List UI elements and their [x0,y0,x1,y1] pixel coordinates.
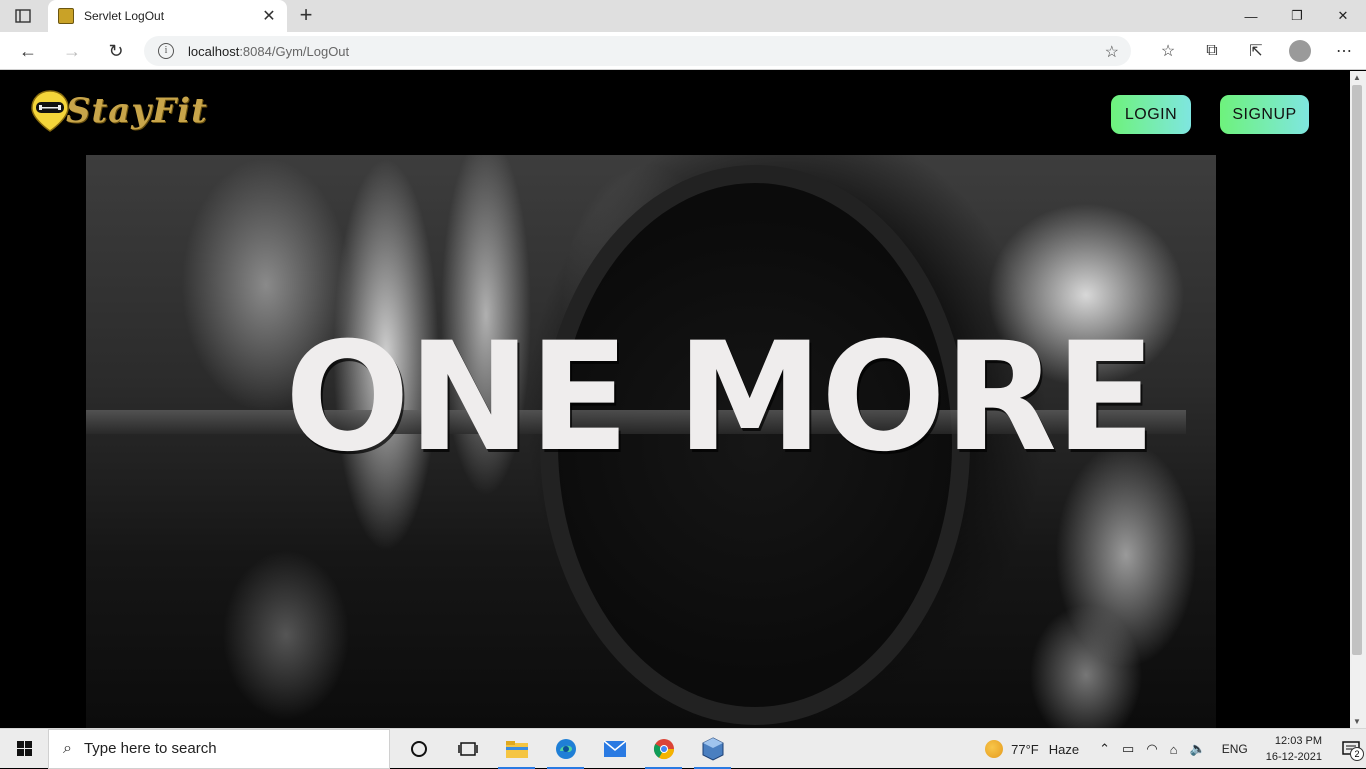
browser-tools: ☆ ⧉ ⇱ ⋯ [1156,39,1356,63]
scroll-thumb[interactable] [1352,85,1362,655]
windows-taskbar: ⌕ Type here to search 77°F Haze ⌃ ▭ ◠ ⌂ … [0,728,1366,769]
new-tab-icon[interactable]: + [294,4,318,28]
start-button[interactable] [0,729,48,769]
windows-logo-icon [16,741,32,756]
profile-icon[interactable] [1288,39,1312,63]
hero-banner: ONE MORE [0,155,1350,728]
close-tab-icon[interactable]: ✕ [261,6,277,26]
taskbar-search[interactable]: ⌕ Type here to search [48,728,390,769]
url-path: :8084/Gym/LogOut [239,43,350,59]
address-bar[interactable]: i localhost :8084/Gym/LogOut ☆ [144,36,1131,66]
show-hidden-icons-icon[interactable]: ⌃ [1099,741,1110,757]
tab-actions-icon[interactable] [10,6,36,26]
virtualbox-icon[interactable] [688,729,737,769]
chrome-icon[interactable] [639,729,688,769]
mail-icon[interactable] [590,729,639,769]
more-options-icon[interactable]: ⋯ [1332,39,1356,63]
site-logo[interactable]: StayFit [30,89,208,133]
clock[interactable]: 12:03 PM 16-12-2021 [1266,733,1322,765]
language-indicator[interactable]: ENG [1222,742,1248,756]
task-view-icon[interactable] [443,729,492,769]
file-explorer-icon[interactable] [492,729,541,769]
notifications-icon[interactable]: 2 [1336,729,1366,769]
weather-icon[interactable] [985,740,1004,758]
browser-tab[interactable]: Servlet LogOut ✕ [48,0,287,32]
logo-pin-icon [30,89,70,133]
close-window-icon[interactable]: ✕ [1320,0,1366,32]
cortana-icon[interactable] [394,729,443,769]
clock-time: 12:03 PM [1274,735,1322,747]
device-icon[interactable]: ⌂ [1170,742,1178,757]
network-icon[interactable]: ◠ [1146,741,1157,757]
tab-title: Servlet LogOut [84,9,165,23]
scroll-up-icon[interactable]: ▲ [1353,73,1361,82]
favorites-icon[interactable]: ☆ [1156,39,1180,63]
edge-browser-icon[interactable] [541,729,590,769]
weather-temperature[interactable]: 77°F [1011,742,1039,757]
scroll-down-icon[interactable]: ▼ [1353,717,1361,726]
search-placeholder: Type here to search [83,740,217,757]
battery-icon[interactable]: ▭ [1122,741,1134,757]
restore-icon[interactable]: ❐ [1274,0,1320,32]
add-favorite-icon[interactable]: ☆ [1105,42,1119,62]
weather-description[interactable]: Haze [1049,742,1079,757]
url-host: localhost [188,43,240,59]
hero-headline: ONE MORE [284,311,1156,485]
browser-toolbar: ← → ↻ i localhost :8084/Gym/LogOut ☆ ☆ ⧉… [0,32,1366,70]
forward-icon[interactable]: → [60,39,84,63]
notification-count: 2 [1350,747,1364,761]
favicon-icon [58,8,74,24]
logo-text: StayFit [66,91,208,131]
window-controls: — ❐ ✕ [1228,0,1366,32]
minimize-icon[interactable]: — [1228,0,1274,32]
browser-tab-bar: Servlet LogOut ✕ + — ❐ ✕ [0,0,1366,32]
collections-icon[interactable]: ⧉ [1200,39,1224,63]
system-tray: 77°F Haze ⌃ ▭ ◠ ⌂ 🔈 ENG 12:03 PM 16-12-2… [985,729,1366,769]
refresh-icon[interactable]: ↻ [104,39,128,63]
share-icon[interactable]: ⇱ [1244,39,1268,63]
login-button[interactable]: LOGIN [1111,95,1191,134]
signup-button[interactable]: SIGNUP [1220,95,1309,134]
page-scrollbar[interactable]: ▲ ▼ [1350,71,1366,728]
page-viewport: StayFit LOGIN SIGNUP ONE MORE [0,71,1350,728]
taskbar-apps [394,729,737,769]
site-header: StayFit LOGIN SIGNUP [0,71,1350,155]
info-icon[interactable]: i [158,43,174,59]
back-icon[interactable]: ← [16,39,40,63]
volume-icon[interactable]: 🔈 [1190,741,1206,757]
clock-date: 16-12-2021 [1265,751,1322,763]
search-icon: ⌕ [63,739,72,757]
